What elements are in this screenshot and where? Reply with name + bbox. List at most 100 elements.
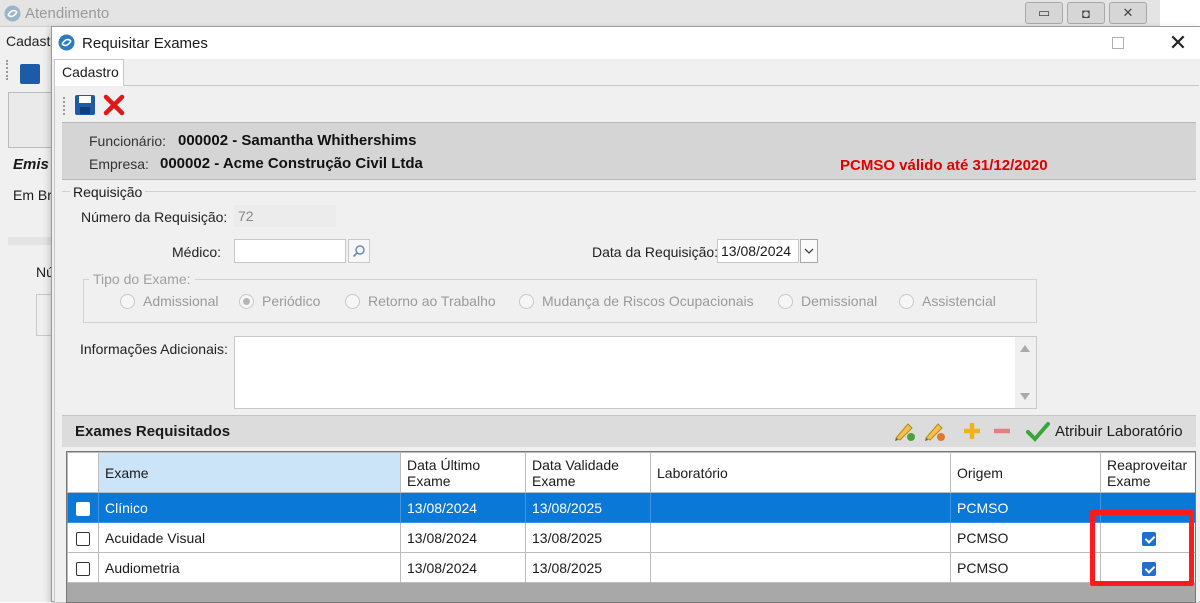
origem-cell[interactable]: PCMSO <box>950 492 1101 523</box>
reaproveitar-highlight-box <box>1090 510 1194 586</box>
exame-cell[interactable]: Audiometria <box>98 552 401 583</box>
row-select-cell[interactable] <box>67 552 99 583</box>
data-ultimo-cell[interactable]: 13/08/2024 <box>400 522 526 553</box>
radio-label: Mudança de Riscos Ocupacionais <box>542 293 754 309</box>
numero-requisicao-label: Número da Requisição: <box>81 209 228 225</box>
background-menu-cadastro[interactable]: Cadastr <box>6 33 55 49</box>
close-icon: ✕ <box>1122 5 1134 20</box>
data-requisicao-dropdown[interactable] <box>800 239 818 263</box>
medico-label: Médico: <box>172 244 222 260</box>
exames-table: Exame Data Último Exame Data Validade Exam… <box>67 452 1195 583</box>
background-close-button[interactable]: ✕ <box>1109 2 1147 24</box>
table-header-row: Exame Data Último Exame Data Validade Exam… <box>67 452 1195 493</box>
scroll-down-icon[interactable] <box>1020 393 1030 400</box>
exames-requisitados-title: Exames Requisitados <box>75 423 231 440</box>
data-validade-cell[interactable]: 13/08/2025 <box>525 552 651 583</box>
medico-input[interactable] <box>234 239 346 263</box>
data-ultimo-cell[interactable]: 13/08/2024 <box>400 552 526 583</box>
row-select-cell[interactable] <box>67 522 99 553</box>
exame-cell[interactable]: Clínico <box>98 492 401 523</box>
background-groupbox <box>36 294 52 336</box>
tab-cadastro[interactable]: Cadastro <box>54 59 124 86</box>
toolbar-grip <box>63 97 66 115</box>
radio-assistencial[interactable]: Assistencial <box>899 293 996 309</box>
remove-icon <box>994 428 1010 434</box>
origem-cell[interactable]: PCMSO <box>950 552 1101 583</box>
table-row[interactable]: Acuidade Visual 13/08/2024 13/08/2025 PC… <box>67 522 1195 553</box>
tipo-exame-legend: Tipo do Exame: <box>89 271 195 287</box>
save-icon[interactable] <box>74 94 96 116</box>
header-laboratorio[interactable]: Laboratório <box>650 452 951 493</box>
minimize-icon: ▭ <box>1037 5 1051 20</box>
exame-cell[interactable]: Acuidade Visual <box>98 522 401 553</box>
atribuir-laboratorio-label[interactable]: Atribuir Laboratório <box>1055 423 1183 440</box>
radio-circle <box>345 293 360 309</box>
edit-icon <box>895 423 915 441</box>
minimize-button[interactable]: ▭ <box>1025 2 1063 24</box>
save-icon[interactable] <box>20 64 40 84</box>
funcionario-label: Funcionário: <box>89 133 167 149</box>
radio-admissional[interactable]: Admissional <box>120 293 218 309</box>
row-checkbox[interactable] <box>76 561 90 576</box>
remove-exame-button[interactable] <box>990 419 1014 443</box>
maximize-icon[interactable] <box>1112 37 1124 49</box>
data-validade-cell[interactable]: 13/08/2025 <box>525 492 651 523</box>
radio-label: Demissional <box>801 293 878 309</box>
background-emis-label: Emis <box>13 156 49 173</box>
laboratorio-cell[interactable] <box>650 552 951 583</box>
laboratorio-cell[interactable] <box>650 492 951 523</box>
delete-icon[interactable] <box>103 94 125 116</box>
row-select-cell[interactable] <box>67 492 99 523</box>
header-data-validade[interactable]: Data Validade Exame <box>525 452 651 493</box>
radio-periodico[interactable]: Periódico <box>239 293 320 309</box>
header-origem[interactable]: Origem <box>950 452 1101 493</box>
row-checkbox[interactable] <box>76 501 90 516</box>
radio-circle <box>899 293 914 309</box>
add-icon <box>964 423 980 439</box>
radio-demissional[interactable]: Demissional <box>778 293 877 309</box>
edit-laboratorio-button[interactable] <box>922 419 948 443</box>
app-logo-icon <box>4 5 21 22</box>
empresa-label: Empresa: <box>89 156 149 172</box>
background-em-br-label: Em Br <box>13 187 52 203</box>
edit-exame-button[interactable] <box>892 419 918 443</box>
header-exame[interactable]: Exame <box>98 452 401 493</box>
data-requisicao-label: Data da Requisição: <box>592 244 719 260</box>
informacoes-scrollbar[interactable] <box>1015 337 1036 408</box>
radio-circle <box>778 293 793 309</box>
radio-mudanca-riscos[interactable]: Mudança de Riscos Ocupacionais <box>519 293 754 309</box>
row-checkbox[interactable] <box>76 531 90 546</box>
radio-circle <box>120 293 135 309</box>
table-row[interactable]: Clínico 13/08/2024 13/08/2025 PCMSO <box>67 492 1195 523</box>
data-ultimo-cell[interactable]: 13/08/2024 <box>400 492 526 523</box>
radio-retorno-trabalho[interactable]: Retorno ao Trabalho <box>345 293 496 309</box>
header-reaproveitar[interactable]: Reaproveitar Exame <box>1100 452 1195 493</box>
table-row[interactable]: Audiometria 13/08/2024 13/08/2025 PCMSO <box>67 552 1195 583</box>
numero-requisicao-field: 72 <box>234 205 336 227</box>
header-data-ultimo[interactable]: Data Último Exame <box>400 452 526 493</box>
origem-cell[interactable]: PCMSO <box>950 522 1101 553</box>
medico-search-button[interactable] <box>348 239 370 263</box>
scroll-up-icon[interactable] <box>1020 345 1030 352</box>
radio-circle-selected <box>239 293 254 309</box>
close-icon: ✕ <box>1168 30 1188 55</box>
add-exame-button[interactable] <box>960 419 984 443</box>
dialog-title: Requisitar Exames <box>82 35 208 52</box>
close-button[interactable]: ✕ <box>1165 30 1191 56</box>
restore-icon: ◘ <box>1082 5 1090 21</box>
background-window-title: Atendimento <box>25 5 110 22</box>
atribuir-laboratorio-button[interactable] <box>1025 419 1051 443</box>
edit-icon <box>925 423 945 441</box>
checkmark-icon <box>1026 422 1050 442</box>
background-titlebar: Atendimento ▭ ◘ ✕ <box>0 0 1160 27</box>
search-icon <box>352 245 365 258</box>
laboratorio-cell[interactable] <box>650 522 951 553</box>
radio-label: Retorno ao Trabalho <box>368 293 496 309</box>
background-divider <box>8 237 52 245</box>
data-validade-cell[interactable]: 13/08/2025 <box>525 522 651 553</box>
informacoes-adicionais-textarea[interactable] <box>234 336 1037 409</box>
header-select[interactable] <box>67 452 99 493</box>
app-logo-icon <box>58 34 75 51</box>
data-requisicao-input[interactable]: 13/08/2024 <box>717 239 799 263</box>
restore-button[interactable]: ◘ <box>1067 2 1105 24</box>
